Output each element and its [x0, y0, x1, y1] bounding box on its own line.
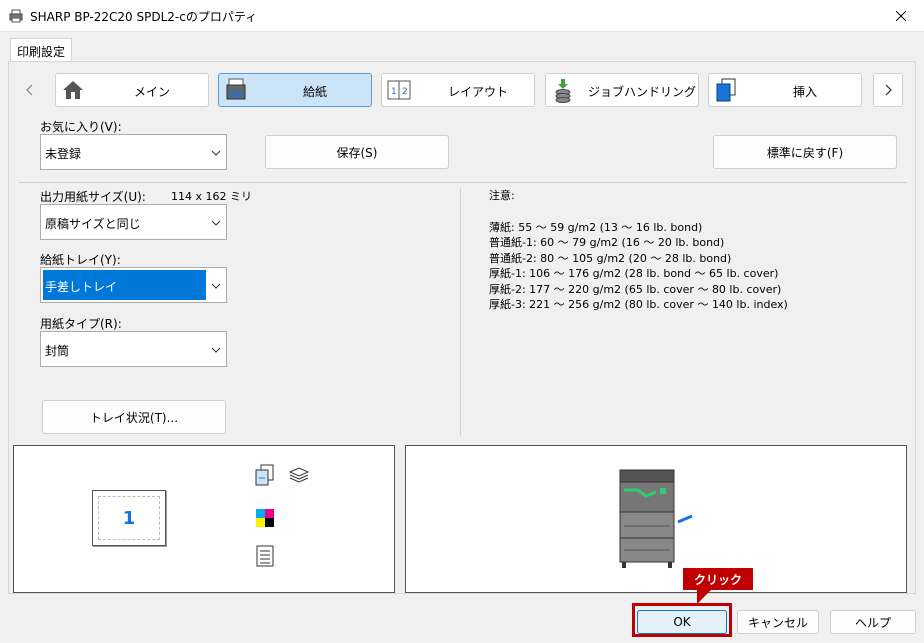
page-preview: 1	[13, 445, 395, 593]
reset-defaults-button[interactable]: 標準に戻す(F)	[713, 135, 897, 169]
save-button[interactable]: 保存(S)	[265, 135, 449, 169]
nav-prev-button[interactable]	[15, 73, 45, 107]
nav-job-handling-label: ジョブハンドリング	[587, 85, 696, 99]
notes-line: 普通紙-1: 60 ～ 79 g/m2 (16 ～ 20 lb. bond)	[489, 236, 725, 249]
nav-paper-source[interactable]: 給紙	[218, 73, 372, 107]
paper-type-value: 封筒	[45, 344, 70, 358]
favorites-label: お気に入り(V):	[40, 120, 122, 134]
notes-line: 厚紙-3: 221 ～ 256 g/m2 (80 lb. cover ～ 140…	[489, 298, 788, 311]
output-size-select[interactable]: 原稿サイズと同じ	[40, 204, 227, 240]
paper-tray-value: 手差しトレイ	[45, 280, 118, 294]
notes-line: 薄紙: 55 ～ 59 g/m2 (13 ～ 16 lb. bond)	[489, 220, 703, 234]
close-button[interactable]	[878, 0, 924, 32]
callout-tail	[697, 590, 711, 604]
vertical-divider	[460, 188, 461, 436]
output-size-value: 原稿サイズと同じ	[45, 217, 141, 231]
nav-layout-label: レイアウト	[447, 85, 508, 99]
page-number: 1	[98, 496, 160, 540]
chevron-left-icon	[26, 84, 33, 96]
chevron-down-icon	[211, 220, 221, 226]
nav-job-handling[interactable]: ジョブハンドリング	[545, 73, 699, 107]
notes-line: 普通紙-2: 80 ～ 105 g/m2 (20 ～ 28 lb. bond)	[489, 251, 732, 265]
printer-image-icon	[619, 469, 693, 568]
section-divider	[19, 182, 907, 183]
notes-line: 厚紙-1: 106 ～ 176 g/m2 (28 lb. bond ～ 65 l…	[489, 267, 779, 280]
chevron-down-icon	[211, 347, 221, 353]
paper-type-label: 用紙タイプ(R):	[40, 317, 122, 331]
title-bar: SHARP BP-22C20 SPDL2-cのプロパティ	[0, 0, 924, 32]
nav-layout[interactable]: 1 2 レイアウト	[381, 73, 535, 107]
favorites-select[interactable]: 未登録	[40, 134, 227, 170]
favorites-value: 未登録	[45, 147, 82, 161]
nav-main[interactable]: メイン	[55, 73, 209, 107]
click-callout: クリック	[683, 568, 753, 590]
output-size-dimensions: 114 x 162 ミリ	[171, 190, 252, 203]
chevron-down-icon	[211, 283, 221, 289]
close-icon	[896, 11, 906, 21]
settings-panel: メイン 給紙 1 2 レイアウト ジョブハンドリング 挿入 お気に入り(V): …	[8, 61, 916, 594]
help-button[interactable]: ヘルプ	[830, 610, 916, 634]
tab-print-settings[interactable]: 印刷設定	[10, 38, 72, 62]
duplex-icon	[255, 464, 274, 486]
nav-insert[interactable]: 挿入	[708, 73, 862, 107]
paper-tray-label: 給紙トレイ(Y):	[40, 253, 121, 267]
color-mode-icon	[256, 509, 274, 527]
nav-next-button[interactable]	[873, 73, 903, 107]
notes-panel: 注意: 薄紙: 55 ～ 59 g/m2 (13 ～ 16 lb. bond) …	[489, 188, 788, 313]
output-size-label: 出力用紙サイズ(U):	[40, 190, 146, 204]
paper-stack-icon	[288, 467, 310, 483]
printer-preview	[405, 445, 907, 593]
nav-paper-source-label: 給紙	[302, 85, 327, 99]
printer-icon	[9, 9, 23, 23]
notes-heading: 注意:	[489, 189, 515, 202]
chevron-down-icon	[211, 150, 221, 156]
tray-status-button[interactable]: トレイ状況(T)...	[42, 400, 226, 434]
ok-highlight-box	[632, 603, 732, 637]
chevron-right-icon	[885, 84, 892, 96]
paper-type-select[interactable]: 封筒	[40, 331, 227, 367]
paper-tray-select[interactable]: 手差しトレイ	[40, 267, 227, 303]
nav-insert-label: 挿入	[792, 85, 817, 99]
document-icon	[256, 545, 274, 567]
window-title: SHARP BP-22C20 SPDL2-cのプロパティ	[30, 10, 258, 24]
notes-line: 厚紙-2: 177 ～ 220 g/m2 (65 lb. cover ～ 80 …	[489, 282, 782, 296]
cancel-button[interactable]: キャンセル	[737, 610, 819, 634]
nav-main-label: メイン	[133, 85, 170, 99]
page-thumbnail: 1	[92, 490, 166, 546]
